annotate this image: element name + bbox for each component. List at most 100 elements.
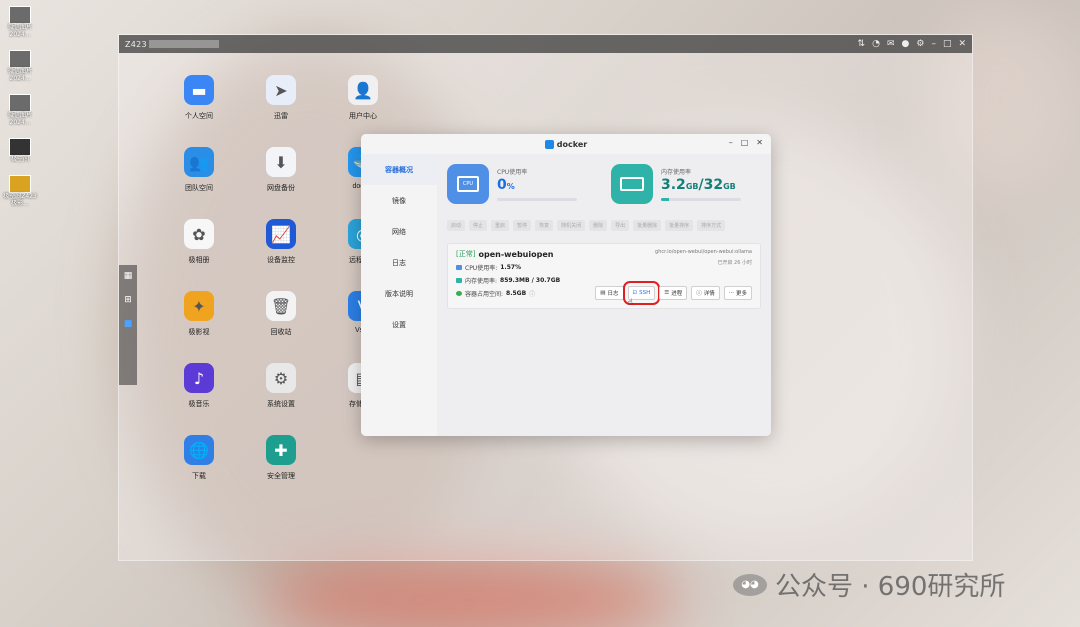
shortcut-label: 微信图片 2024... (7, 68, 32, 82)
info-icon[interactable]: ⓘ (529, 289, 535, 298)
image-thumbnail (9, 6, 31, 24)
app-launcher[interactable]: 📈 设备监控 (241, 219, 321, 265)
process-button[interactable]: ☰ 进程 (659, 286, 688, 300)
memory-stat-value: 3.2GB/32GB (661, 176, 741, 196)
log-icon: ▤ (600, 290, 606, 296)
ssh-button-label: SSH (639, 290, 651, 296)
nav-overview[interactable]: 容器概况 (361, 154, 437, 185)
app-launcher[interactable]: ✚ 安全管理 (241, 435, 321, 481)
memory-row-label: 内存使用率: (465, 278, 498, 285)
disk-row-value: 8.5GB (506, 290, 527, 297)
container-card[interactable]: [正常] open-webuiopen ghcr.io/open-webui/o… (447, 243, 761, 309)
memory-icon (456, 278, 462, 283)
apps-icon[interactable]: ⊞ (124, 295, 132, 305)
settings-icon: ⚙ (266, 363, 296, 393)
detail-button[interactable]: ⓘ 详情 (691, 286, 720, 300)
docker-sidebar: 容器概况 镜像 网络 日志 版本说明 设置 (361, 154, 437, 436)
maximize-button[interactable]: □ (943, 39, 952, 49)
user-icon[interactable]: ● (902, 39, 910, 49)
app-launcher[interactable]: ✦ 极影视 (159, 291, 239, 337)
more-icon: ··· (728, 290, 734, 296)
toolbar-button[interactable]: 暂停 (513, 220, 532, 231)
ram-glyph (620, 177, 644, 191)
cpu-row-label: CPU使用率: (465, 265, 498, 272)
minimize-button[interactable]: – (931, 39, 936, 49)
terminal-icon: ⊡ (632, 290, 638, 296)
memory-stat-label: 内存使用率 (661, 169, 692, 176)
toolbar-button[interactable]: 启动 (447, 220, 466, 231)
container-actions: ▤ 日志 ⊡ SSH ☰ 进程 ⓘ 详情 ··· 更多 (595, 281, 752, 305)
window-controls: – □ ✕ (729, 138, 763, 147)
watermark-text: 公众号 · 690研究所 (775, 572, 1006, 602)
toolbar-button[interactable]: 随机关闭 (557, 220, 586, 231)
app-launcher[interactable]: ▬ 个人空间 (159, 75, 239, 121)
shortcut-label: 极空间Z423 极影... (3, 193, 37, 207)
app-launcher[interactable]: 🌐 下载 (159, 435, 239, 481)
mail-icon[interactable]: ✉ (887, 39, 895, 49)
nav-release-notes[interactable]: 版本说明 (361, 278, 437, 309)
cpu-stat-value: 0% (497, 176, 577, 196)
user-icon: 👤 (348, 75, 378, 105)
film-icon: ✦ (184, 291, 214, 321)
nav-images[interactable]: 镜像 (361, 185, 437, 216)
disk-row-label: 容器占用空间: (465, 291, 504, 298)
photos-icon: ✿ (184, 219, 214, 249)
app-launcher[interactable]: ⚙ 系统设置 (241, 363, 321, 409)
usage-stats: CPU CPU使用率 0% 内存使用率 3.2GB/32GB (447, 160, 761, 208)
globe-download-icon: 🌐 (184, 435, 214, 465)
close-button[interactable]: ✕ (756, 138, 763, 147)
nas-toolbar: ⇅ ◔ ✉ ● ⚙ – □ ✕ (858, 39, 966, 49)
app-label: 极音乐 (188, 401, 210, 408)
app-launcher[interactable]: 🗑 回收站 (241, 291, 321, 337)
desktop-shortcut[interactable]: 极空间 (0, 138, 40, 163)
more-button[interactable]: ··· 更多 (723, 286, 752, 300)
app-launcher[interactable]: ➤ 迅雷 (241, 75, 321, 121)
transfer-icon[interactable]: ⇅ (858, 39, 866, 49)
docker-window: docker – □ ✕ 容器概况 镜像 网络 日志 版本说明 设置 CPU C… (361, 134, 771, 436)
app-launcher[interactable]: ♪ 极音乐 (159, 363, 239, 409)
toolbar-button[interactable]: 恢复 (535, 220, 554, 231)
grid-icon[interactable]: ▦ (124, 271, 133, 281)
maximize-button[interactable]: □ (741, 138, 749, 147)
docker-icon (544, 139, 554, 149)
app-launcher[interactable]: 👤 用户中心 (323, 75, 403, 121)
shortcut-label: 微信图片 2024... (7, 24, 32, 38)
desktop-shortcut[interactable]: 极空间Z423 极影... (0, 175, 40, 207)
nav-logs[interactable]: 日志 (361, 247, 437, 278)
monitor-icon: 📈 (266, 219, 296, 249)
toolbar-button[interactable]: 停止 (469, 220, 488, 231)
desktop-shortcut[interactable]: 微信图片 2024... (0, 6, 40, 38)
minimize-button[interactable]: – (729, 138, 733, 147)
detail-button-label: 详情 (703, 291, 715, 297)
toolbar-button[interactable]: 批量排序 (665, 220, 694, 231)
cpu-usage-bar (497, 198, 577, 201)
desktop-shortcut[interactable]: 微信图片 2024... (0, 94, 40, 126)
mem-total-unit: GB (723, 182, 736, 191)
shortcut-label: 极空间 (10, 156, 29, 163)
toolbar-button[interactable]: 重启 (491, 220, 510, 231)
nav-network[interactable]: 网络 (361, 216, 437, 247)
mem-used-unit: GB (685, 182, 699, 191)
app-label: 团队空间 (185, 185, 213, 192)
toolbar-button[interactable]: 排序方式 (697, 220, 726, 231)
memory-usage-fill (661, 198, 669, 201)
gear-icon[interactable]: ⚙ (916, 39, 924, 49)
toolbar-button[interactable]: 批量删除 (633, 220, 662, 231)
app-launcher[interactable]: ✿ 极相册 (159, 219, 239, 265)
docker-title-text: docker (556, 139, 588, 149)
more-button-label: 更多 (735, 291, 747, 297)
log-button[interactable]: ▤ 日志 (595, 286, 624, 300)
mem-used: 3.2 (661, 177, 686, 193)
docker-running-icon[interactable]: ■ (124, 319, 133, 329)
image-thumbnail (9, 94, 31, 112)
desktop-shortcut[interactable]: 微信图片 2024... (0, 50, 40, 82)
folder-icon: ▬ (184, 75, 214, 105)
process-icon: ☰ (664, 290, 670, 296)
close-button[interactable]: ✕ (958, 39, 966, 49)
app-launcher[interactable]: 👥 团队空间 (159, 147, 239, 193)
toolbar-button[interactable]: 导出 (611, 220, 630, 231)
toolbar-button[interactable]: 删除 (589, 220, 608, 231)
app-launcher[interactable]: ⬇ 网盘备份 (241, 147, 321, 193)
nav-settings[interactable]: 设置 (361, 309, 437, 340)
speed-icon[interactable]: ◔ (872, 39, 880, 49)
